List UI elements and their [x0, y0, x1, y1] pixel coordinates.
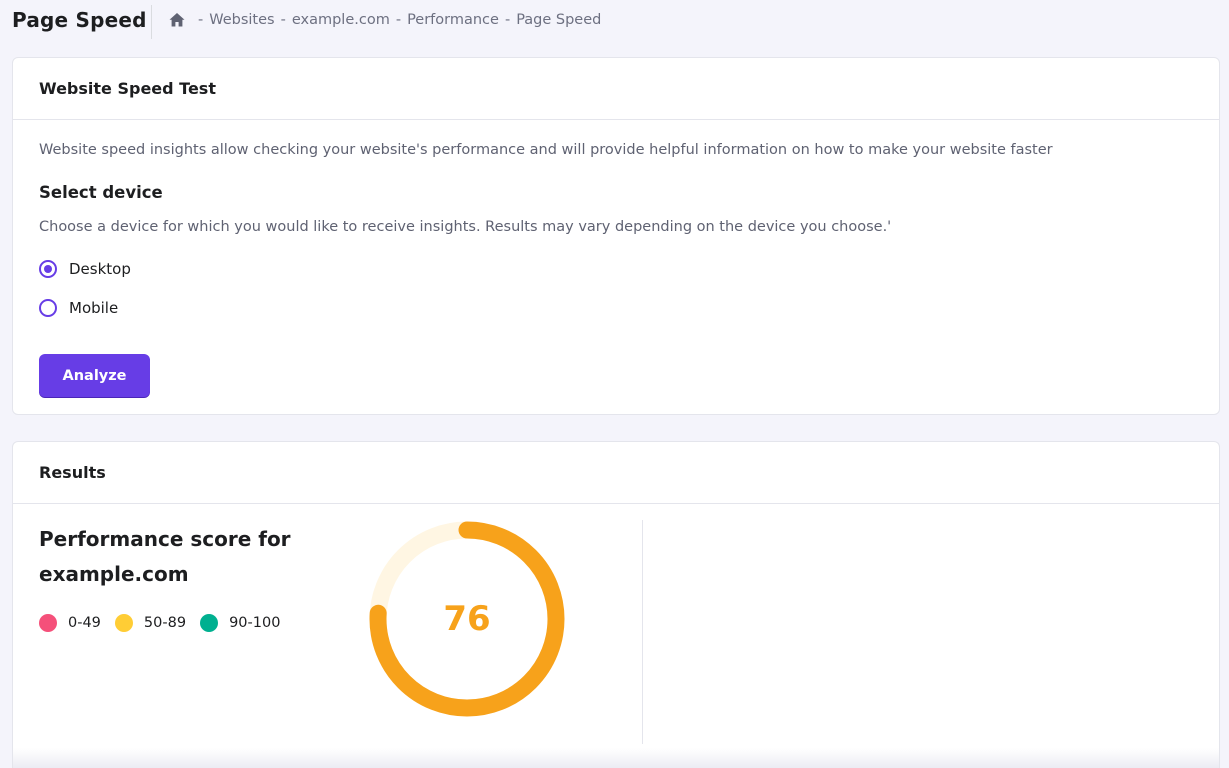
device-option-desktop[interactable]: Desktop [39, 260, 131, 278]
breadcrumb: - Websites - example.com - Performance -… [168, 11, 601, 29]
breadcrumb-item-page-speed: Page Speed [516, 12, 602, 28]
score-gauge: 76 [367, 519, 567, 719]
breadcrumb-separator: - [504, 12, 511, 28]
legend-item-high: 90-100 [200, 614, 280, 632]
analyze-button[interactable]: Analyze [39, 354, 150, 397]
speed-test-card: Website Speed Test Website speed insight… [12, 57, 1220, 415]
legend-dot-medium [114, 614, 133, 632]
results-card: Results Performance score for example.co… [12, 441, 1220, 768]
results-divider [642, 520, 643, 744]
legend-dot-low [39, 614, 57, 632]
legend-dot-high [200, 614, 219, 632]
breadcrumb-separator: - [280, 12, 286, 28]
speed-test-description: Website speed insights allow checking yo… [39, 142, 1053, 158]
home-icon[interactable] [168, 11, 186, 29]
select-device-description: Choose a device for which you would like… [39, 219, 892, 235]
title-divider [151, 5, 152, 39]
performance-score-value: 76 [443, 599, 491, 639]
performance-score-title: Performance score for example.com [39, 527, 291, 586]
select-device-title: Select device [39, 183, 163, 202]
page-title: Page Speed [12, 8, 147, 32]
breadcrumb-item-performance[interactable]: Performance [407, 12, 499, 28]
bottom-fade [13, 748, 1219, 768]
legend-item-low: 0-49 [39, 614, 101, 632]
legend-label-low: 0-49 [68, 615, 101, 631]
mobile-radio-label: Mobile [69, 299, 119, 317]
breadcrumb-item-websites[interactable]: Websites [209, 12, 274, 28]
breadcrumb-item-domain[interactable]: example.com [292, 12, 390, 28]
top-bar: Page Speed - Websites - example.com - Pe… [0, 0, 1229, 44]
mobile-radio[interactable] [39, 299, 57, 317]
legend-item-medium: 50-89 [114, 614, 187, 632]
device-option-mobile[interactable]: Mobile [39, 299, 118, 317]
desktop-radio-label: Desktop [69, 260, 131, 278]
speed-test-title: Website Speed Test [13, 58, 1219, 120]
legend-label-high: 90-100 [229, 615, 281, 631]
desktop-radio[interactable] [39, 260, 57, 278]
breadcrumb-separator: - [198, 12, 204, 28]
results-title: Results [13, 442, 1219, 504]
legend-label-medium: 50-89 [143, 615, 187, 631]
score-legend: 0-49 50-89 90-100 [39, 614, 294, 632]
breadcrumb-separator: - [395, 12, 402, 28]
